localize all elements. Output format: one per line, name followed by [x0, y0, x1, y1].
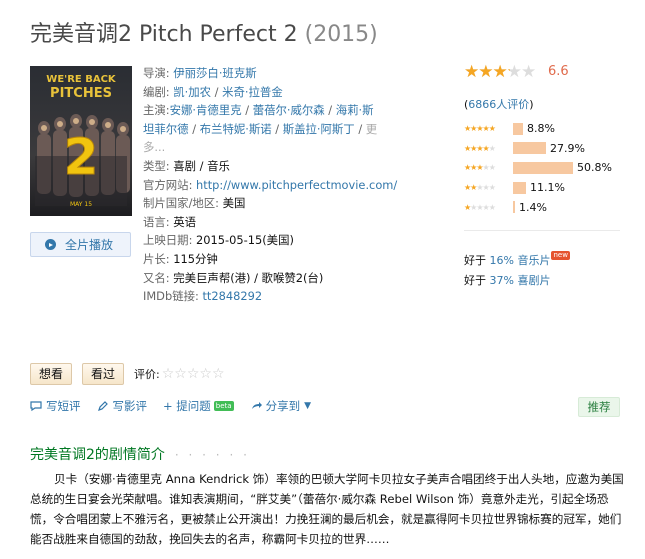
ask-question-button[interactable]: + 提问题 beta — [163, 398, 234, 414]
better-than-music-link[interactable]: 16% 音乐片 — [490, 254, 551, 267]
play-icon — [45, 239, 56, 250]
cast-link[interactable]: 安娜·肯德里克 — [170, 103, 242, 117]
genre-label: 类型: — [143, 158, 170, 173]
watched-button[interactable]: 看过 — [82, 363, 125, 385]
play-button-label: 全片播放 — [65, 238, 114, 252]
write-short-review-button[interactable]: 写短评 — [30, 398, 81, 414]
histogram-percent: 1.4% — [519, 200, 547, 214]
aka-label: 又名: — [143, 270, 170, 285]
toolbar: 写短评 写影评 + 提问题 beta 分享到 ▼ — [30, 398, 327, 414]
histogram-percent: 8.8% — [527, 122, 555, 136]
chevron-down-icon: ▼ — [304, 401, 312, 411]
svg-text:2: 2 — [64, 128, 99, 186]
rating-histogram-row: ★★★★★ 50.8% — [464, 158, 624, 178]
rating-histogram-row: ★★★★★ 11.1% — [464, 178, 624, 198]
want-to-watch-button[interactable]: 想看 — [30, 363, 73, 385]
runtime-value: 115分钟 — [173, 251, 218, 266]
action-bar: 想看 看过 评价: ☆☆☆☆☆ — [30, 363, 225, 385]
histogram-bar — [513, 181, 526, 194]
histogram-stars-icon: ★★★★★ — [464, 202, 496, 212]
cast-link[interactable]: 蕾蓓尔·威尔森 — [253, 103, 325, 117]
movie-title: 完美音调2 Pitch Perfect 2 (2015) — [30, 20, 378, 50]
imdb-link[interactable]: tt2848292 — [202, 289, 262, 303]
director-label: 导演: — [143, 66, 170, 80]
country-value: 美国 — [222, 196, 246, 211]
cast-link[interactable]: 布兰特妮·斯诺 — [200, 122, 272, 136]
site-label: 官方网站: — [143, 177, 193, 192]
svg-text:MAY 15: MAY 15 — [70, 201, 92, 208]
writer-link[interactable]: 米奇·拉普金 — [222, 85, 283, 99]
better-than-music: 好于 16% 音乐片 new — [464, 251, 570, 267]
imdb-label: IMDb链接: — [143, 289, 199, 304]
rating-histogram: ★★★★★ 8.8% ★★★★★ 27.9% ★★★★★ 50.8% ★★★★★ 11.1% ★… — [464, 119, 624, 217]
rating-histogram-row: ★★★★★ 27.9% — [464, 139, 624, 159]
rating-stars-icon: ★★★★★★★★★★ — [464, 62, 536, 82]
cast-link[interactable]: 斯盖拉·阿斯丁 — [283, 122, 355, 136]
beta-badge: beta — [213, 401, 234, 411]
official-site-link[interactable]: http://www.pitchperfectmovie.com/ — [196, 178, 397, 192]
histogram-stars-icon: ★★★★★ — [464, 163, 496, 173]
share-icon — [251, 402, 262, 409]
rating-score: 6.6 — [548, 64, 569, 79]
rating-panel: ★★★★★★★★★★ 6.6 (6866人评价) ★★★★★8.8%★★★★★2… — [464, 62, 624, 214]
rate-stars-input[interactable]: ☆☆☆☆☆ — [162, 366, 225, 382]
runtime-label: 片长: — [143, 251, 170, 266]
cast-list: 主演:安娜·肯德里克 / 蕾蓓尔·威尔森 / 海莉·斯坦菲尔德 / 布兰特妮·斯… — [143, 103, 378, 155]
histogram-bar — [513, 161, 573, 174]
synopsis-title: 完美音调2的剧情简介 · · · · · · — [30, 447, 250, 463]
release-value: 2015-05-15(美国) — [196, 233, 294, 248]
histogram-bar — [513, 122, 523, 135]
movie-poster[interactable]: WE'RE BACK PITCHES 2 MAY 15 — [30, 66, 132, 216]
aka-value: 完美巨声帮(港) / 歌喉赞2(台) — [173, 270, 324, 285]
histogram-stars-icon: ★★★★★ — [464, 124, 496, 134]
svg-text:WE'RE BACK: WE'RE BACK — [46, 74, 117, 85]
rating-stars-fill: ★★★★★ — [464, 62, 510, 82]
histogram-stars-icon: ★★★★★ — [464, 143, 496, 153]
better-than-comedy: 好于 37% 喜剧片 — [464, 274, 551, 287]
writer-link[interactable]: 凯·加农 — [173, 85, 211, 99]
release-label: 上映日期: — [143, 233, 193, 248]
movie-year: (2015) — [304, 22, 378, 47]
poster-image: WE'RE BACK PITCHES 2 MAY 15 — [30, 66, 132, 216]
language-value: 英语 — [173, 214, 197, 229]
writers-label: 编剧: — [143, 84, 170, 99]
chat-icon — [30, 401, 42, 412]
director-link[interactable]: 伊丽莎白·班克斯 — [173, 66, 256, 80]
histogram-percent: 27.9% — [550, 141, 585, 155]
pencil-icon — [97, 401, 108, 411]
new-badge: new — [551, 251, 570, 260]
share-button[interactable]: 分享到 ▼ — [250, 398, 311, 414]
histogram-bar — [513, 142, 546, 155]
movie-name: 完美音调2 Pitch Perfect 2 — [30, 22, 298, 47]
svg-text:PITCHES: PITCHES — [50, 86, 112, 101]
movie-info: 导演: 伊丽莎白·班克斯 编剧: 凯·加农 / 米奇·拉普金 主演:安娜·肯德里… — [143, 66, 398, 304]
votes-link[interactable]: 6866人评价 — [468, 98, 529, 111]
rating-votes: (6866人评价) — [464, 98, 534, 111]
rating-histogram-row: ★★★★★ 8.8% — [464, 119, 624, 139]
histogram-bar — [513, 201, 515, 214]
recommend-button[interactable]: 推荐 — [578, 397, 620, 417]
rate-label: 评价: — [134, 368, 160, 381]
genre-value: 喜剧 / 音乐 — [173, 158, 230, 173]
language-label: 语言: — [143, 214, 170, 229]
divider — [464, 230, 620, 231]
country-label: 制片国家/地区: — [143, 196, 220, 211]
rating-histogram-row: ★★★★★ 1.4% — [464, 197, 624, 217]
write-review-button[interactable]: 写影评 — [97, 398, 147, 414]
histogram-stars-icon: ★★★★★ — [464, 183, 496, 193]
better-than-comedy-link[interactable]: 37% 喜剧片 — [490, 274, 551, 287]
play-full-button[interactable]: 全片播放 — [30, 232, 131, 257]
histogram-percent: 11.1% — [530, 181, 565, 195]
synopsis-text: 贝卡（安娜·肯德里克 Anna Kendrick 饰）率领的巴顿大学阿卡贝拉女子… — [30, 472, 624, 546]
cast-label: 主演: — [143, 103, 170, 118]
histogram-percent: 50.8% — [577, 161, 612, 175]
